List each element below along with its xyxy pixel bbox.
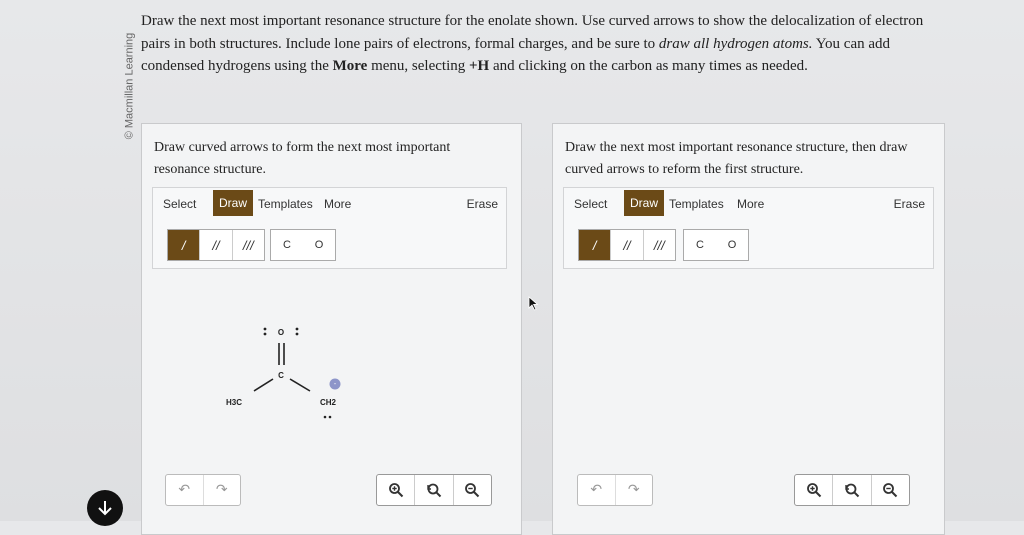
left-history-buttons: ↶ ↷ <box>165 474 241 506</box>
triple-bond-button[interactable]: /// <box>233 230 264 260</box>
oxygen-atom-label: O <box>278 328 284 337</box>
carbon-atom-button[interactable]: C <box>271 230 303 260</box>
more-tab[interactable]: More <box>731 193 770 215</box>
zoom-out-icon[interactable] <box>870 475 909 505</box>
double-bond-button[interactable]: // <box>611 230 644 260</box>
left-toolbar: Select Draw Templates More Erase / // //… <box>152 187 507 269</box>
left-drawing-panel: Draw curved arrows to form the next most… <box>141 123 522 535</box>
templates-tab[interactable]: Templates <box>252 193 319 215</box>
more-tab[interactable]: More <box>318 193 357 215</box>
bond-tools: / // /// <box>167 229 265 261</box>
undo-icon[interactable]: ↶ <box>578 475 616 505</box>
erase-button[interactable]: Erase <box>894 193 925 215</box>
single-bond-button[interactable]: / <box>168 230 201 260</box>
right-history-buttons: ↶ ↷ <box>577 474 653 506</box>
draw-tab[interactable]: Draw <box>213 190 254 216</box>
carbon-atom-label: C <box>278 371 284 380</box>
double-bond-button[interactable]: // <box>200 230 233 260</box>
zoom-out-icon[interactable] <box>452 475 491 505</box>
atom-tools: C O <box>270 229 336 261</box>
right-drawing-panel: Draw the next most important resonance s… <box>552 123 945 535</box>
templates-tab[interactable]: Templates <box>663 193 730 215</box>
bond-tools: / // /// <box>578 229 676 261</box>
undo-icon[interactable]: ↶ <box>166 475 204 505</box>
right-toolbar: Select Draw Templates More Erase / // //… <box>563 187 934 269</box>
left-panel-prompt: Draw curved arrows to form the next most… <box>154 140 451 177</box>
oxygen-atom-button[interactable]: O <box>303 230 335 260</box>
zoom-reset-icon[interactable] <box>832 475 870 505</box>
right-panel-prompt: Draw the next most important resonance s… <box>565 140 908 177</box>
draw-tab[interactable]: Draw <box>624 190 665 216</box>
right-toolbar-menu: Select Draw Templates More Erase <box>564 188 933 220</box>
copyright-credit: © Macmillan Learning <box>123 32 136 139</box>
oxygen-atom-button[interactable]: O <box>716 230 748 260</box>
single-bond-button[interactable]: / <box>579 230 612 260</box>
redo-icon[interactable]: ↷ <box>204 475 241 505</box>
enolate-molecule[interactable]: O C H3C CH2 - <box>217 309 357 429</box>
zoom-reset-icon[interactable] <box>414 475 452 505</box>
erase-button[interactable]: Erase <box>467 193 498 215</box>
redo-icon[interactable]: ↷ <box>616 475 653 505</box>
methyl-group-label: H3C <box>226 398 242 407</box>
select-tab[interactable]: Select <box>157 193 202 215</box>
methylene-group-label: CH2 <box>320 398 337 407</box>
triple-bond-button[interactable]: /// <box>644 230 675 260</box>
right-zoom-controls <box>794 474 910 506</box>
zoom-in-icon[interactable] <box>795 475 832 505</box>
select-tab[interactable]: Select <box>568 193 613 215</box>
carbon-atom-button[interactable]: C <box>684 230 716 260</box>
left-zoom-controls <box>376 474 492 506</box>
cursor-icon <box>528 296 539 311</box>
atom-tools: C O <box>683 229 749 261</box>
zoom-in-icon[interactable] <box>377 475 414 505</box>
question-instructions: Draw the next most important resonance s… <box>141 13 924 74</box>
left-toolbar-menu: Select Draw Templates More Erase <box>153 188 506 220</box>
